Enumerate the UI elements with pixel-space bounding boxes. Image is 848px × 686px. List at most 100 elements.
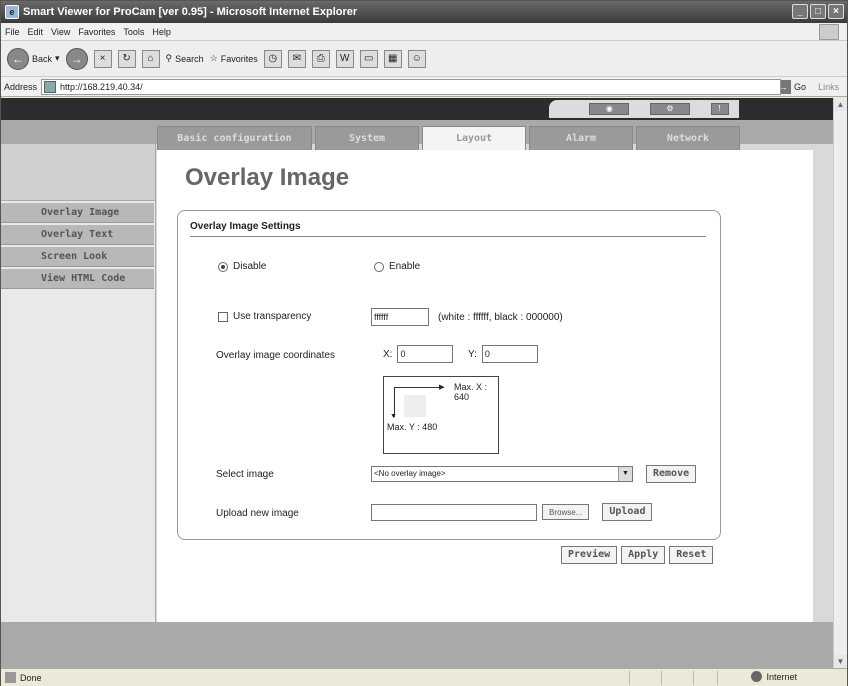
axes	[394, 387, 444, 417]
transparency-checkbox[interactable]	[218, 311, 228, 322]
tab-layout[interactable]: Layout	[422, 126, 526, 150]
transparency-row: ffffff (white : ffffff, black : 000000)	[371, 308, 563, 326]
page-status-icon	[5, 672, 16, 683]
coords-label: Overlay image coordinates	[216, 350, 335, 361]
sidebar-item-view-html-code[interactable]: View HTML Code	[1, 269, 154, 289]
zone-label: Internet	[766, 671, 797, 682]
enable-option[interactable]: Enable	[374, 261, 420, 272]
menu-bar: File Edit View Favorites Tools Help	[1, 23, 847, 41]
sidebar-item-overlay-text[interactable]: Overlay Text	[1, 225, 154, 245]
dropdown-icon[interactable]: ▾	[55, 53, 60, 64]
upload-label: Upload new image	[216, 508, 299, 519]
scroll-down-icon[interactable]: ▼	[834, 655, 847, 668]
disable-label: Disable	[233, 261, 267, 272]
menu-favorites[interactable]: Favorites	[78, 27, 115, 37]
security-zone: Internet	[751, 671, 797, 682]
home-icon[interactable]: ⌂	[141, 49, 160, 68]
research-icon[interactable]: ▦	[383, 49, 402, 68]
reset-button[interactable]: Reset	[669, 546, 714, 564]
sidebar-item-overlay-image[interactable]: Overlay Image	[1, 203, 154, 223]
status-bar: Done Internet	[1, 668, 847, 686]
x-label: X:	[383, 348, 393, 360]
settings-title: Overlay Image Settings	[190, 221, 706, 237]
menu-view[interactable]: View	[51, 27, 70, 37]
tab-bar: Basic configuration System Layout Alarm …	[157, 126, 740, 150]
menu-tools[interactable]: Tools	[123, 27, 144, 37]
refresh-icon[interactable]: ↻	[117, 49, 136, 68]
tab-system[interactable]: System	[315, 126, 419, 150]
sidebar-item-screen-look[interactable]: Screen Look	[1, 247, 154, 267]
top-strip: ◉ ⚙ !	[1, 98, 833, 120]
search-button[interactable]: ⚲ Search	[166, 53, 204, 64]
disable-option[interactable]: Disable	[218, 261, 266, 272]
y-coord-input[interactable]: 0	[481, 345, 538, 363]
camera-controls: ◉ ⚙ !	[549, 100, 739, 118]
x-arrow-icon: ▶	[439, 384, 445, 391]
page-title: Overlay Image	[185, 164, 350, 191]
settings-gear-icon[interactable]: ⚙	[649, 103, 690, 115]
max-y-label: Max. Y : 480	[387, 422, 438, 432]
upload-row: Browse... Upload	[371, 503, 653, 521]
tab-basic-configuration[interactable]: Basic configuration	[157, 126, 312, 150]
search-icon: ⚲	[165, 53, 173, 63]
history-icon[interactable]: ◷	[263, 49, 282, 68]
transparency-color-input[interactable]: ffffff	[371, 308, 429, 326]
messenger-icon[interactable]: ☺	[407, 49, 426, 68]
vertical-scrollbar[interactable]: ▲ ▼	[833, 98, 847, 668]
back-button[interactable]: ← Back ▾	[7, 47, 60, 70]
sidebar-header	[1, 144, 155, 201]
mail-icon[interactable]: ✉	[287, 49, 306, 68]
address-url: http://168.219.40.34/	[60, 81, 143, 92]
back-label: Back	[32, 53, 53, 64]
scroll-up-icon[interactable]: ▲	[834, 98, 847, 111]
menu-help[interactable]: Help	[152, 27, 171, 37]
menu-file[interactable]: File	[5, 27, 20, 37]
maximize-button[interactable]: □	[810, 4, 826, 19]
x-coord-input[interactable]: 0	[397, 345, 454, 363]
menu-edit[interactable]: Edit	[28, 27, 44, 37]
preview-button[interactable]: Preview	[561, 546, 618, 564]
title-bar: e Smart Viewer for ProCam [ver 0.95] - M…	[1, 1, 847, 23]
disable-radio[interactable]	[218, 261, 228, 272]
status-divider	[693, 671, 694, 685]
browse-button[interactable]: Browse...	[542, 504, 590, 520]
chevron-down-icon[interactable]: ▼	[618, 467, 632, 481]
favorites-button[interactable]: ☆ Favorites	[210, 53, 258, 64]
tab-alarm[interactable]: Alarm	[529, 126, 633, 150]
forward-button[interactable]: →	[65, 47, 88, 70]
address-label: Address	[4, 81, 38, 92]
main-content: Overlay Image Overlay Image Settings Dis…	[157, 150, 813, 622]
upload-button[interactable]: Upload	[602, 503, 653, 521]
select-image-value: <No overlay image>	[374, 469, 446, 478]
transparency-option[interactable]: Use transparency	[218, 311, 311, 322]
y-coord-row: Y: 0	[468, 345, 538, 363]
edit-icon[interactable]: W	[335, 49, 354, 68]
page-viewport: ◉ ⚙ ! Basic configuration System Layout …	[1, 98, 833, 668]
view-eye-icon[interactable]: ◉	[589, 103, 630, 115]
upload-file-input[interactable]	[371, 503, 537, 521]
enable-radio[interactable]	[374, 261, 384, 272]
toolbar: ← Back ▾ → × ↻ ⌂ ⚲ Search ☆ Favorites ◷ …	[1, 41, 847, 77]
apply-button[interactable]: Apply	[621, 546, 666, 564]
remove-button[interactable]: Remove	[646, 465, 697, 483]
discuss-icon[interactable]: ▭	[359, 49, 378, 68]
close-button[interactable]: ×	[828, 4, 844, 19]
status-divider	[717, 671, 718, 685]
stop-icon[interactable]: ×	[93, 49, 112, 68]
page-icon	[44, 80, 57, 93]
status-text: Done	[20, 672, 42, 683]
search-label: Search	[175, 53, 204, 64]
address-input[interactable]: http://168.219.40.34/	[41, 78, 782, 95]
minimize-button[interactable]: _	[792, 4, 808, 19]
settings-panel: Overlay Image Settings Disable Enable Us…	[177, 210, 721, 540]
print-icon[interactable]: ⎙	[311, 49, 330, 68]
tab-network[interactable]: Network	[636, 126, 740, 150]
transparency-label: Use transparency	[233, 311, 312, 322]
select-image-dropdown[interactable]: <No overlay image> ▼	[371, 466, 633, 482]
info-icon[interactable]: !	[710, 103, 729, 115]
star-icon: ☆	[209, 53, 218, 63]
windows-flag-icon	[819, 24, 839, 40]
y-arrow-icon: ▼	[390, 413, 397, 420]
links-label[interactable]: Links	[818, 82, 839, 92]
sidebar: Overlay Image Overlay Text Screen Look V…	[1, 144, 156, 622]
